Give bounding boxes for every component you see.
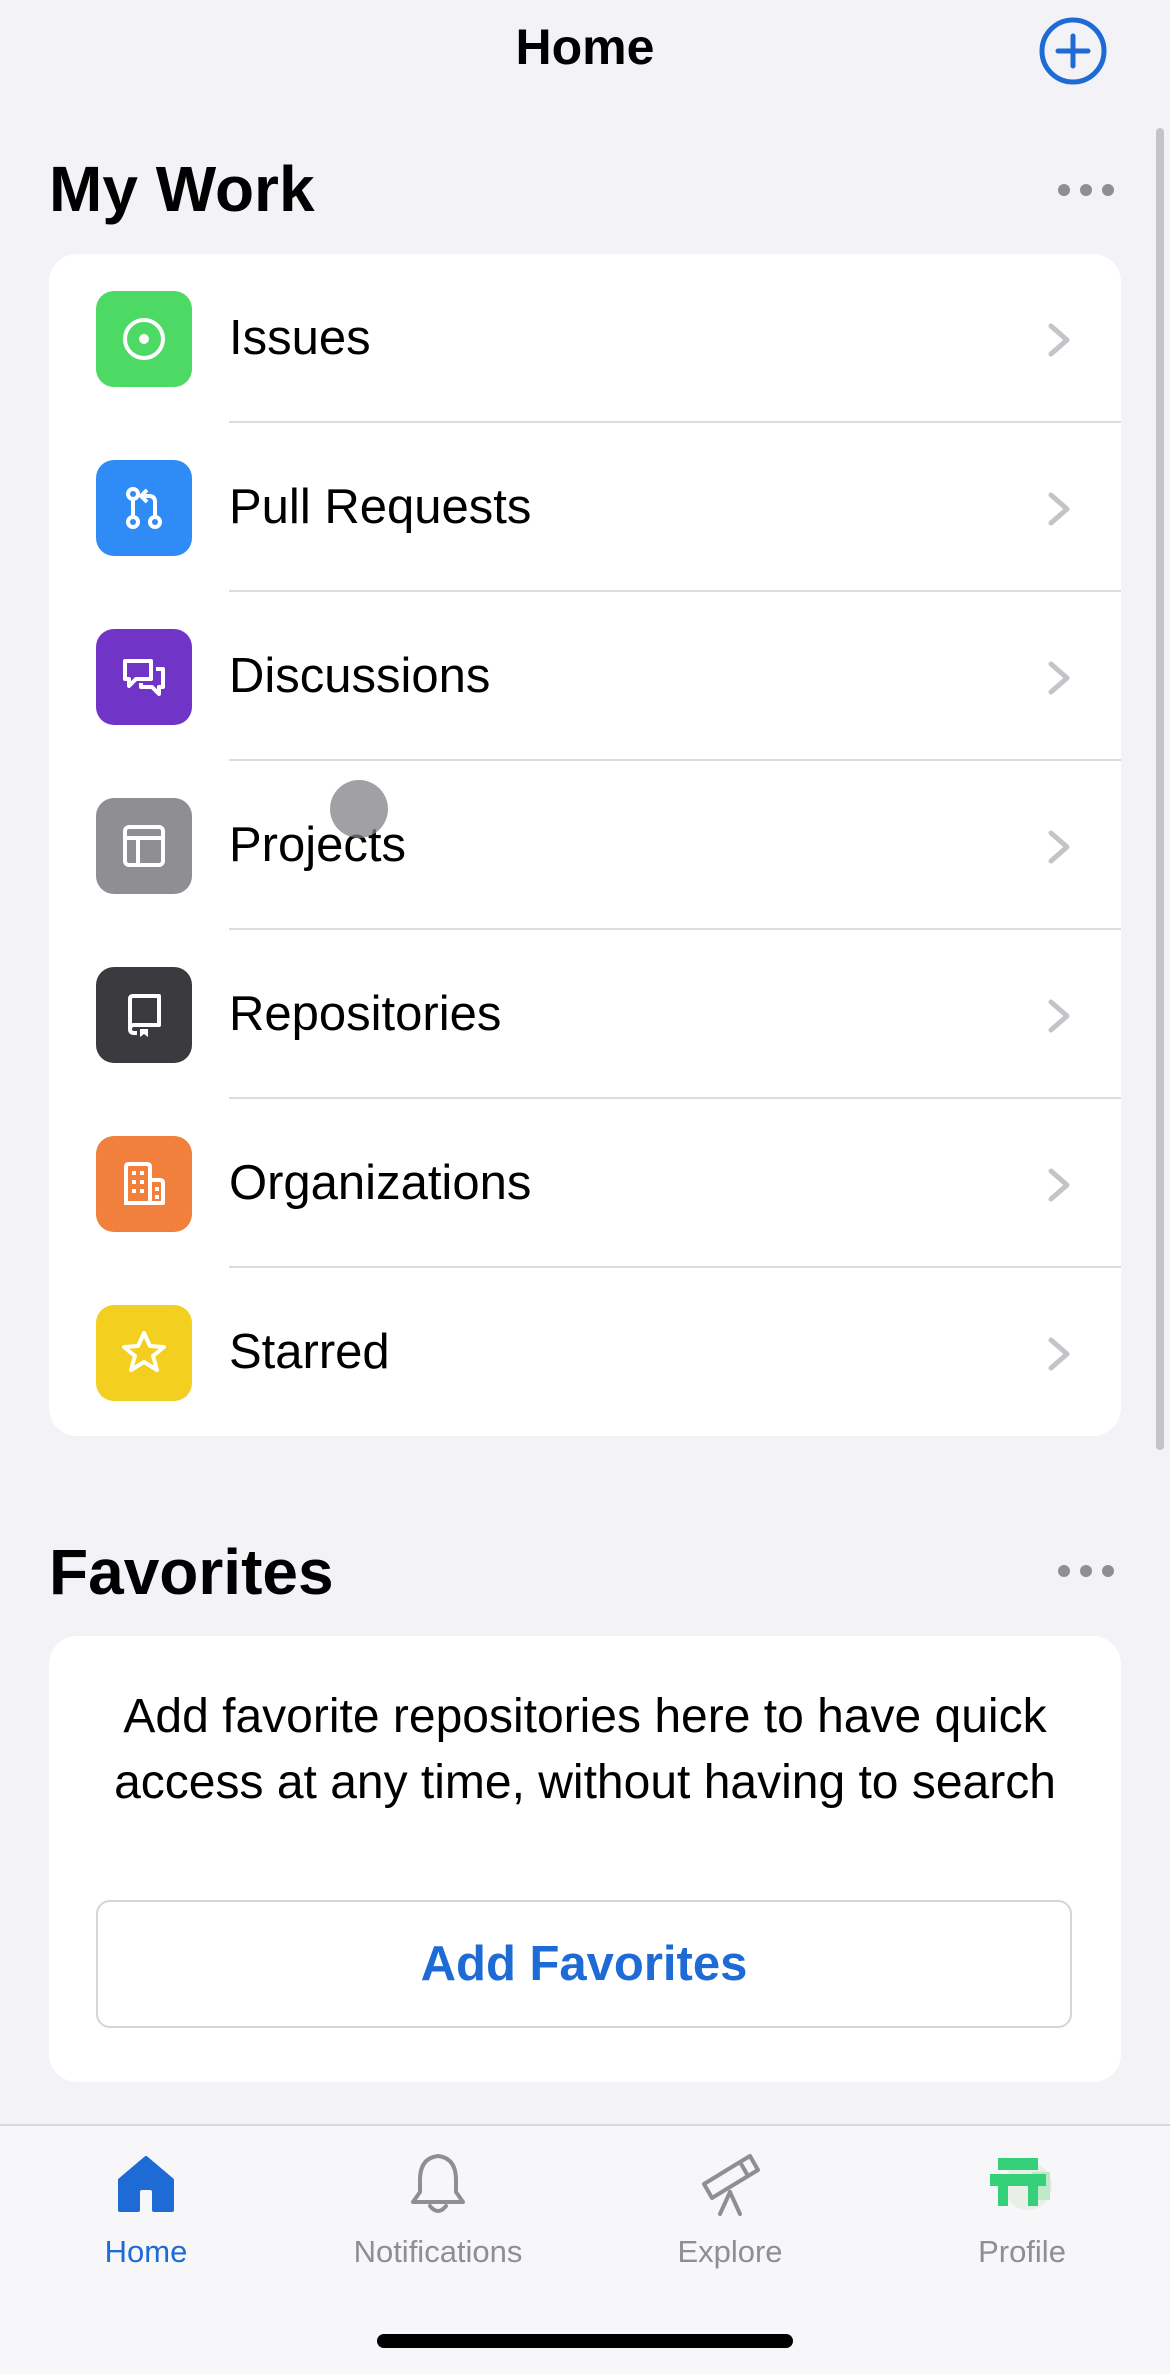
tab-label: Home — [104, 2234, 188, 2269]
my-work-item-pull-requests[interactable]: Pull Requests — [49, 423, 1121, 592]
discussion-icon — [123, 659, 165, 696]
favorites-description: Add favorite repositories here to have q… — [114, 1690, 1056, 1809]
my-work-item-label: Organizations — [229, 1156, 532, 1210]
repo-icon — [128, 994, 161, 1037]
my-work-item-label: Repositories — [229, 987, 502, 1041]
issues-icon-tile — [96, 291, 192, 387]
repositories-icon-tile — [96, 967, 192, 1063]
my-work-title: My Work — [49, 153, 315, 225]
home-icon — [118, 2156, 174, 2212]
chevron-right-icon — [1048, 323, 1070, 357]
add-favorites-button[interactable]: Add Favorites — [96, 1900, 1072, 2028]
issue-open-icon — [123, 318, 165, 360]
avatar — [990, 2158, 1052, 2210]
add-circle-icon[interactable] — [1038, 16, 1108, 86]
bell-icon — [411, 2154, 465, 2213]
my-work-item-discussions[interactable]: Discussions — [49, 592, 1121, 761]
chevron-right-icon — [1048, 999, 1070, 1033]
home-indicator — [377, 2334, 793, 2348]
project-table-icon — [123, 825, 165, 867]
my-work-card: Issues Pull Requests Discussions Project… — [49, 254, 1121, 1436]
favorites-title: Favorites — [49, 1536, 334, 1608]
my-work-item-label: Pull Requests — [229, 480, 532, 534]
my-work-more-icon[interactable] — [1054, 180, 1118, 200]
tab-notifications[interactable]: Notifications — [292, 2126, 584, 2296]
my-work-item-starred[interactable]: Starred — [49, 1268, 1121, 1436]
my-work-item-organizations[interactable]: Organizations — [49, 1099, 1121, 1268]
tab-label: Explore — [677, 2234, 783, 2269]
chevron-right-icon — [1048, 661, 1070, 695]
organizations-icon-tile — [96, 1136, 192, 1232]
my-work-item-label: Issues — [229, 311, 371, 365]
tab-home[interactable]: Home — [0, 2126, 292, 2296]
chevron-right-icon — [1048, 830, 1070, 864]
starred-icon-tile — [96, 1305, 192, 1401]
tab-explore[interactable]: Explore — [584, 2126, 876, 2296]
projects-icon-tile — [96, 798, 192, 894]
my-work-item-issues[interactable]: Issues — [49, 254, 1121, 423]
tab-label: Profile — [978, 2234, 1066, 2269]
favorites-more-icon[interactable] — [1054, 1561, 1118, 1581]
my-work-item-repositories[interactable]: Repositories — [49, 930, 1121, 1099]
favorites-card: Add favorite repositories here to have q… — [49, 1636, 1121, 2082]
page-title: Home — [515, 19, 655, 75]
pull-request-icon — [126, 487, 162, 529]
scrollbar[interactable] — [1156, 128, 1164, 1450]
tab-label: Notifications — [353, 2234, 523, 2269]
touch-indicator — [330, 780, 388, 838]
my-work-item-projects[interactable]: Projects — [49, 761, 1121, 930]
organization-icon — [124, 1162, 165, 1205]
chevron-right-icon — [1048, 492, 1070, 526]
chevron-right-icon — [1048, 1337, 1070, 1371]
telescope-icon — [702, 2154, 760, 2216]
my-work-item-label: Starred — [229, 1325, 390, 1379]
pull-requests-icon-tile — [96, 460, 192, 556]
chevron-right-icon — [1048, 1168, 1070, 1202]
nav-bar: Home — [0, 0, 1170, 100]
tab-profile[interactable]: Profile — [876, 2126, 1168, 2296]
my-work-item-label: Discussions — [229, 649, 491, 703]
discussions-icon-tile — [96, 629, 192, 725]
star-icon — [122, 1331, 166, 1372]
